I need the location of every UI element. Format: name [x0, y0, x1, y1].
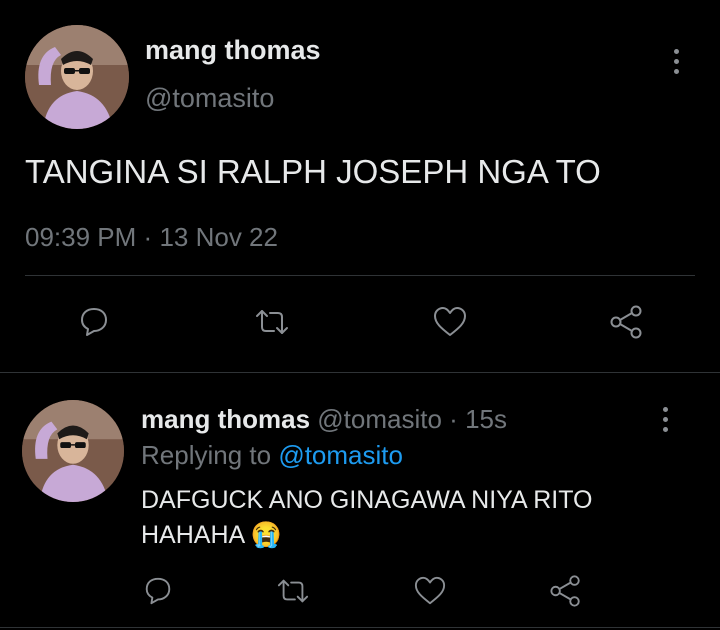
loudly-crying-emoji: 😭	[250, 521, 282, 549]
share-button[interactable]	[605, 302, 649, 342]
retweet-button[interactable]	[250, 302, 294, 342]
heart-icon	[434, 307, 466, 336]
author-display-name[interactable]: mang thomas	[145, 35, 321, 66]
divider	[25, 275, 695, 276]
heart-icon	[414, 576, 446, 605]
replying-to-label: Replying to	[141, 440, 272, 470]
reply-header: mang thomas @tomasito · 15s	[141, 404, 507, 435]
more-vertical-icon[interactable]	[663, 407, 668, 432]
reply-text-line-2: HAHAHA 😭	[141, 521, 282, 550]
reply-icon	[145, 577, 171, 605]
like-button[interactable]	[408, 572, 452, 610]
share-icon	[610, 305, 642, 339]
bottom-divider	[0, 627, 720, 628]
replying-to: Replying to @tomasito	[141, 440, 403, 471]
retweet-icon	[256, 310, 288, 334]
reply-text-word: HAHAHA	[141, 521, 244, 549]
like-button[interactable]	[428, 302, 472, 342]
separator-dot: ·	[449, 404, 458, 434]
more-vertical-icon[interactable]	[674, 49, 679, 74]
retweet-button[interactable]	[271, 572, 315, 610]
reply-icon	[81, 308, 107, 336]
avatar-image	[22, 400, 124, 502]
reply-button[interactable]	[136, 572, 180, 610]
tweet-date[interactable]: 13 Nov 22	[159, 222, 278, 252]
avatar[interactable]	[25, 25, 129, 129]
tweet-timestamp: 09:39 PM · 13 Nov 22	[25, 222, 278, 253]
reply-author-handle[interactable]: @tomasito	[317, 404, 442, 434]
share-icon	[550, 575, 580, 607]
share-button[interactable]	[544, 572, 588, 610]
reply-author-display-name[interactable]: mang thomas	[141, 404, 310, 434]
section-divider	[0, 372, 720, 373]
tweet-time[interactable]: 09:39 PM	[25, 222, 136, 252]
separator-dot: ·	[143, 222, 153, 252]
tweet-text: TANGINA SI RALPH JOSEPH NGA TO	[25, 153, 601, 190]
avatar-image	[25, 25, 129, 129]
reply-button[interactable]	[72, 302, 116, 342]
reply-avatar[interactable]	[22, 400, 124, 502]
reply-text-line-1: DAFGUCK ANO GINAGAWA NIYA RITO	[141, 486, 593, 514]
retweet-icon	[277, 579, 309, 603]
author-handle[interactable]: @tomasito	[145, 83, 274, 114]
replying-to-handle[interactable]: @tomasito	[278, 440, 403, 470]
reply-age[interactable]: 15s	[465, 404, 507, 434]
